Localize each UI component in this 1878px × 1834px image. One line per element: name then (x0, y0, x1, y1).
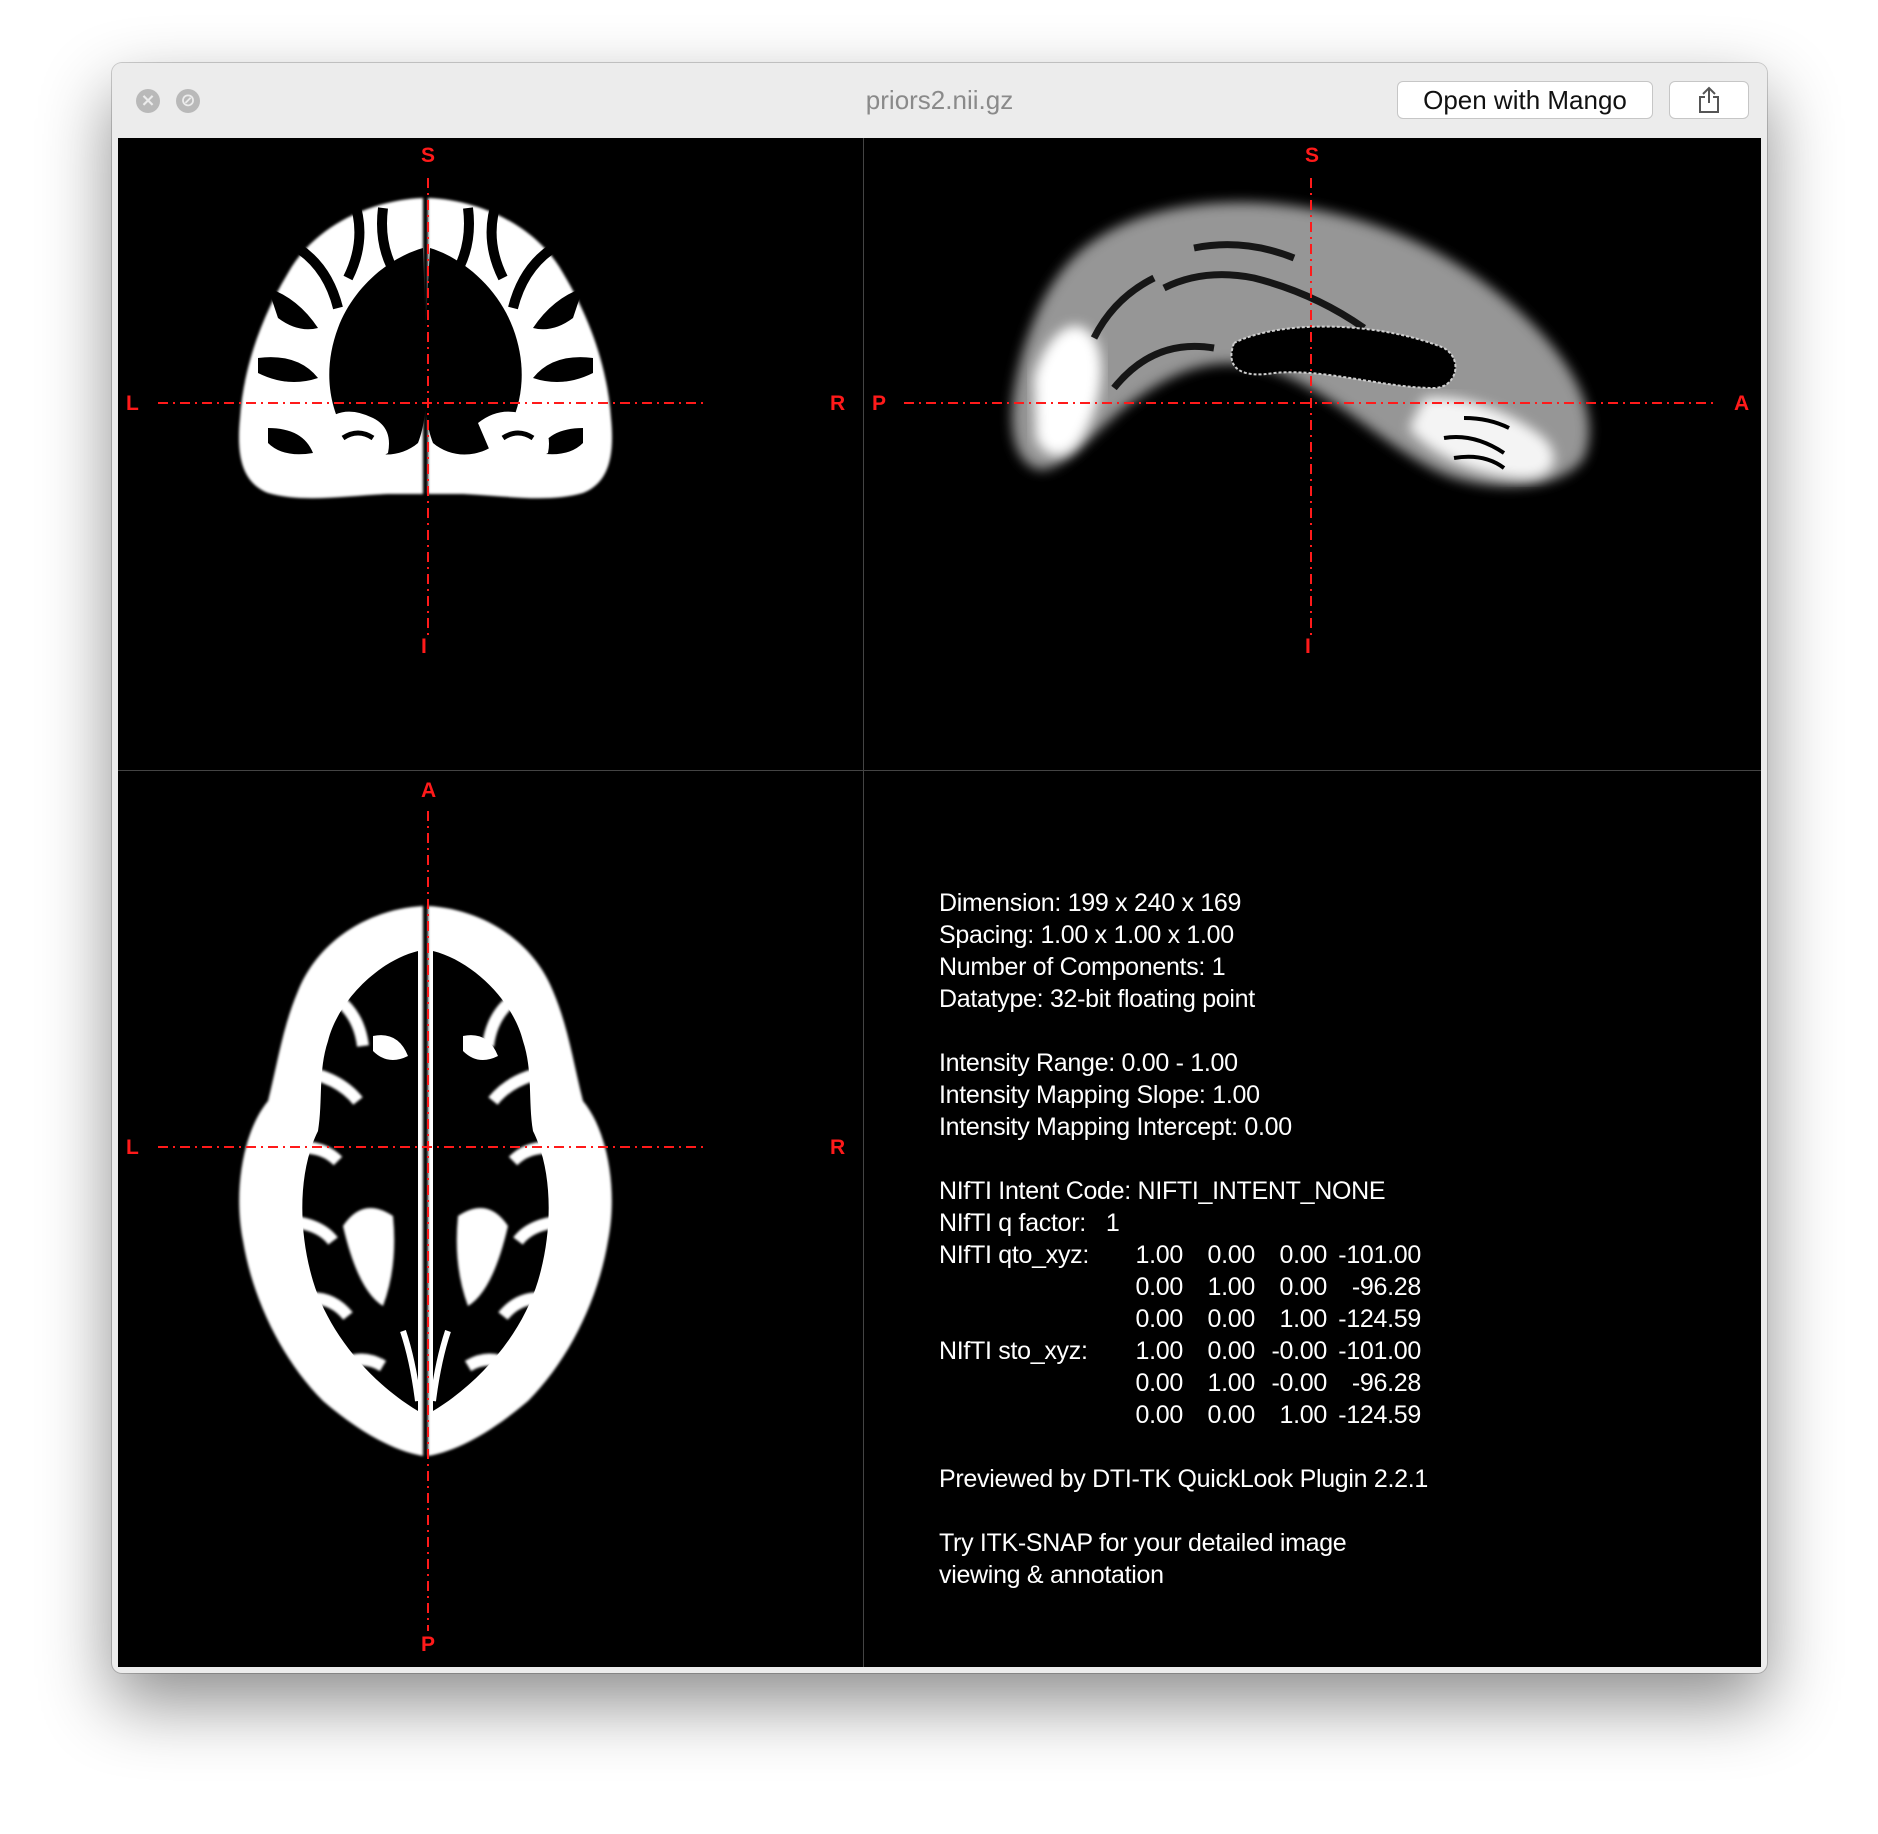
info-spacing: Spacing: 1.00 x 1.00 x 1.00 (939, 921, 1234, 949)
matrix-cell: -0.00 (1271, 1337, 1328, 1365)
info-intensity-range: Intensity Range: 0.00 - 1.00 (939, 1049, 1238, 1077)
matrix-cell: -101.00 (1338, 1337, 1421, 1365)
matrix-cell: 0.00 (1135, 1305, 1184, 1333)
matrix-cell: 0.00 (1135, 1401, 1184, 1429)
sto-row: 0.00 1.00 -0.00 -96.28 (1133, 1367, 1422, 1399)
view-divider-horizontal (118, 770, 1761, 771)
qto-row: 1.00 0.00 0.00 -101.00 (1133, 1239, 1422, 1271)
matrix-cell: 1.00 (1135, 1241, 1184, 1269)
sagittal-label-top: S (1305, 144, 1319, 167)
coronal-brain-image (238, 196, 613, 499)
qto-label: NIfTI qto_xyz: (939, 1241, 1090, 1269)
qto-row: 0.00 0.00 1.00 -124.59 (1133, 1303, 1422, 1335)
sagittal-label-right: A (1734, 392, 1749, 415)
image-info-panel: Dimension: 199 x 240 x 169 Spacing: 1.00… (864, 771, 1761, 1667)
sto-row: 1.00 0.00 -0.00 -101.00 (1133, 1335, 1422, 1367)
coronal-label-right: R (830, 392, 845, 415)
sto-row: 0.00 0.00 1.00 -124.59 (1133, 1399, 1422, 1431)
matrix-cell: 0.00 (1207, 1401, 1256, 1429)
image-info-text: Dimension: 199 x 240 x 169 Spacing: 1.00… (939, 887, 1428, 1591)
qto-matrix: NIfTI qto_xyz: 1.00 0.00 0.00 -101.00 0.… (939, 1239, 1428, 1335)
matrix-cell: -96.28 (1351, 1273, 1421, 1301)
info-previewed-by: Previewed by DTI-TK QuickLook Plugin 2.2… (939, 1465, 1429, 1493)
share-icon (1699, 86, 1719, 113)
info-dimension: Dimension: 199 x 240 x 169 (939, 889, 1242, 917)
coronal-label-left: L (126, 392, 139, 415)
open-with-mango-button[interactable]: Open with Mango (1397, 81, 1653, 119)
qto-row: 0.00 1.00 0.00 -96.28 (1133, 1271, 1422, 1303)
axial-view[interactable]: A P L R (118, 771, 863, 1667)
matrix-cell: 0.00 (1279, 1273, 1328, 1301)
sto-label: NIfTI sto_xyz: (939, 1337, 1088, 1365)
share-button[interactable] (1669, 81, 1749, 119)
info-q-factor: NIfTI q factor: 1 (939, 1209, 1120, 1237)
sto-matrix: NIfTI sto_xyz: 1.00 0.00 -0.00 -101.00 0… (939, 1335, 1428, 1431)
matrix-cell: 1.00 (1279, 1305, 1328, 1333)
matrix-cell: 0.00 (1207, 1305, 1256, 1333)
preview-content: S I L R S I P A A P L R Dimension: 199 x… (118, 138, 1761, 1667)
matrix-cell: 0.00 (1279, 1241, 1328, 1269)
info-mapping-slope: Intensity Mapping Slope: 1.00 (939, 1081, 1260, 1109)
axial-label-top: A (421, 779, 436, 802)
matrix-cell: 1.00 (1207, 1369, 1256, 1397)
info-components: Number of Components: 1 (939, 953, 1226, 981)
matrix-cell: -124.59 (1338, 1401, 1421, 1429)
info-datatype: Datatype: 32-bit floating point (939, 985, 1255, 1013)
matrix-cell: -96.28 (1351, 1369, 1421, 1397)
axial-label-left: L (126, 1136, 139, 1159)
info-intent-code: NIfTI Intent Code: NIFTI_INTENT_NONE (939, 1177, 1386, 1205)
sagittal-label-left: P (872, 392, 886, 415)
matrix-cell: 1.00 (1135, 1337, 1184, 1365)
sagittal-brain-image (1012, 202, 1590, 487)
axial-label-right: R (830, 1136, 845, 1159)
axial-label-bottom: P (421, 1633, 435, 1656)
info-try-itk-snap-line2: viewing & annotation (939, 1561, 1164, 1589)
coronal-label-bottom: I (421, 635, 427, 658)
coronal-label-top: S (421, 144, 435, 167)
matrix-cell: -124.59 (1338, 1305, 1421, 1333)
coronal-view[interactable]: S I L R (118, 138, 863, 770)
view-divider-vertical (863, 138, 864, 1667)
title-bar: × ⊘ priors2.nii.gz Open with Mango (112, 63, 1767, 138)
matrix-cell: 1.00 (1207, 1273, 1256, 1301)
matrix-cell: -0.00 (1271, 1369, 1328, 1397)
axial-brain-image (239, 906, 612, 1456)
matrix-cell: -101.00 (1338, 1241, 1421, 1269)
matrix-cell: 0.00 (1135, 1369, 1184, 1397)
matrix-cell: 0.00 (1207, 1241, 1256, 1269)
matrix-cell: 0.00 (1135, 1273, 1184, 1301)
info-mapping-intercept: Intensity Mapping Intercept: 0.00 (939, 1113, 1292, 1141)
matrix-cell: 0.00 (1207, 1337, 1256, 1365)
matrix-cell: 1.00 (1279, 1401, 1328, 1429)
sagittal-view[interactable]: S I P A (864, 138, 1761, 770)
quicklook-window: × ⊘ priors2.nii.gz Open with Mango S I L… (112, 63, 1767, 1673)
info-try-itk-snap-line1: Try ITK-SNAP for your detailed image (939, 1529, 1347, 1557)
sagittal-label-bottom: I (1305, 635, 1311, 658)
